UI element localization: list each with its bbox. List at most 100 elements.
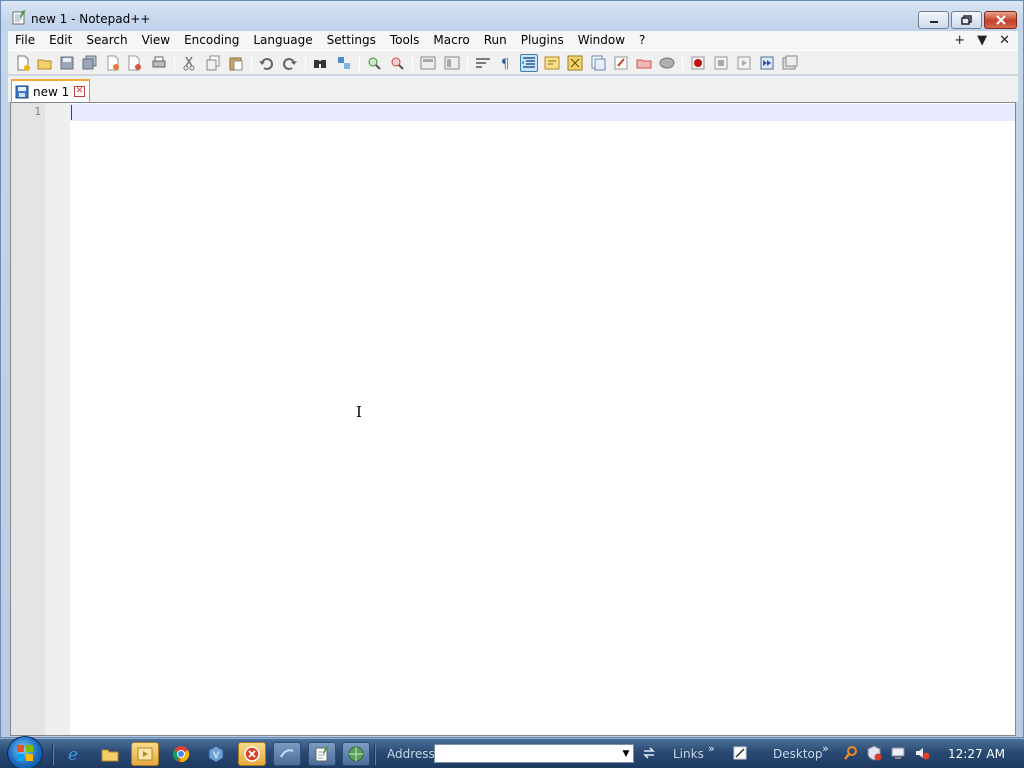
menu-plugins[interactable]: Plugins xyxy=(514,31,571,50)
chrome-icon[interactable] xyxy=(167,742,195,766)
text-editor[interactable]: 1 I xyxy=(10,102,1016,736)
window-title: new 1 - Notepad++ xyxy=(31,12,151,26)
desktop-chevron-icon[interactable]: » xyxy=(822,742,829,755)
svg-text:¶: ¶ xyxy=(501,57,509,71)
start-button[interactable] xyxy=(7,736,43,768)
user-defined-language-icon[interactable] xyxy=(543,54,561,72)
menubar-right-controls: + ▼ ✕ xyxy=(954,31,1010,50)
menu-help[interactable]: ? xyxy=(632,31,652,50)
taskbar: e V Address ▼ Links » Desktop » 12:27 AM xyxy=(0,736,1024,768)
print-icon[interactable] xyxy=(150,54,168,72)
menu-settings[interactable]: Settings xyxy=(320,31,383,50)
run-macro-multiple-icon[interactable] xyxy=(758,54,776,72)
indent-guide-icon[interactable] xyxy=(520,54,538,72)
new-file-icon[interactable] xyxy=(14,54,32,72)
desktop-toolbar-label[interactable]: Desktop xyxy=(773,747,823,761)
close-document-icon[interactable]: ✕ xyxy=(999,33,1010,48)
virtualbox-icon[interactable]: V xyxy=(202,742,230,766)
save-icon[interactable] xyxy=(58,54,76,72)
address-label: Address xyxy=(387,747,435,761)
new-tab-plus-icon[interactable]: + xyxy=(954,33,965,48)
replace-icon[interactable] xyxy=(335,54,353,72)
menu-tools[interactable]: Tools xyxy=(383,31,427,50)
close-icon xyxy=(995,15,1006,25)
menu-language[interactable]: Language xyxy=(246,31,319,50)
menu-file[interactable]: File xyxy=(8,31,42,50)
sync-horizontal-icon[interactable] xyxy=(443,54,461,72)
links-chevron-icon[interactable]: » xyxy=(708,742,715,755)
line-number-margin[interactable]: 1 xyxy=(11,103,45,735)
tab-close-icon[interactable]: ✕ xyxy=(74,86,85,97)
menu-search[interactable]: Search xyxy=(79,31,134,50)
globe-app-icon[interactable] xyxy=(342,742,370,766)
redo-icon[interactable] xyxy=(281,54,299,72)
menu-run[interactable]: Run xyxy=(477,31,514,50)
tab-new-1[interactable]: new 1 ✕ xyxy=(11,79,90,102)
windows-logo-icon xyxy=(17,745,33,761)
function-list-icon[interactable] xyxy=(589,54,607,72)
address-dropdown-icon[interactable]: ▼ xyxy=(620,745,632,762)
search-tray-icon[interactable] xyxy=(842,744,860,762)
document-map-icon[interactable] xyxy=(566,54,584,72)
doc-switcher-icon[interactable] xyxy=(658,54,676,72)
menu-macro[interactable]: Macro xyxy=(426,31,476,50)
minimize-icon xyxy=(929,21,938,23)
internet-explorer-icon[interactable]: e xyxy=(61,742,89,766)
show-all-characters-icon[interactable]: ¶ xyxy=(497,54,515,72)
notepadpp-app-icon[interactable] xyxy=(11,9,27,25)
line-number: 1 xyxy=(34,105,41,118)
system-clock[interactable]: 12:27 AM xyxy=(948,747,1005,761)
undo-icon[interactable] xyxy=(257,54,275,72)
menu-window[interactable]: Window xyxy=(571,31,632,50)
notepadpp-icon[interactable] xyxy=(308,742,336,766)
svg-text:e: e xyxy=(68,745,78,763)
caption-buttons xyxy=(918,11,1017,29)
word-wrap-icon[interactable] xyxy=(474,54,492,72)
tab-list-dropdown-icon[interactable]: ▼ xyxy=(977,33,987,48)
main-toolbar: ¶ xyxy=(8,50,1018,75)
sticky-note-icon[interactable] xyxy=(731,744,749,762)
network-app-icon[interactable] xyxy=(273,742,301,766)
save-all-icon[interactable] xyxy=(81,54,99,72)
tab-label: new 1 xyxy=(33,85,70,99)
close-file-icon[interactable] xyxy=(104,54,122,72)
menu-edit[interactable]: Edit xyxy=(42,31,79,50)
menu-view[interactable]: View xyxy=(135,31,177,50)
go-refresh-icon[interactable] xyxy=(640,744,658,762)
monitoring-icon[interactable] xyxy=(635,54,653,72)
close-button[interactable] xyxy=(984,11,1017,29)
stop-app-icon[interactable] xyxy=(238,742,266,766)
restore-icon xyxy=(960,15,972,25)
minimize-button[interactable] xyxy=(918,11,949,29)
play-macro-icon[interactable] xyxy=(735,54,753,72)
security-alert-icon[interactable] xyxy=(865,744,883,762)
title-bar[interactable]: new 1 - Notepad++ xyxy=(1,1,1023,31)
save-macro-icon[interactable] xyxy=(781,54,799,72)
cut-icon[interactable] xyxy=(180,54,198,72)
sync-vertical-icon[interactable] xyxy=(419,54,437,72)
find-icon[interactable] xyxy=(311,54,329,72)
maximize-button[interactable] xyxy=(951,11,982,29)
links-toolbar-label[interactable]: Links xyxy=(673,747,704,761)
menu-encoding[interactable]: Encoding xyxy=(177,31,246,50)
network-tray-icon[interactable] xyxy=(889,744,907,762)
windows-explorer-icon[interactable] xyxy=(96,742,124,766)
volume-muted-icon[interactable] xyxy=(913,744,931,762)
copy-icon[interactable] xyxy=(204,54,222,72)
record-macro-icon[interactable] xyxy=(689,54,707,72)
menu-bar: File Edit Search View Encoding Language … xyxy=(8,31,1018,50)
close-all-icon[interactable] xyxy=(126,54,144,72)
address-input[interactable] xyxy=(434,744,634,763)
tab-bar: new 1 ✕ xyxy=(8,76,1018,102)
paste-icon[interactable] xyxy=(227,54,245,72)
zoom-in-icon[interactable] xyxy=(365,54,383,72)
media-player-icon[interactable] xyxy=(131,742,159,766)
fold-margin[interactable] xyxy=(45,103,70,735)
svg-text:V: V xyxy=(213,751,220,761)
zoom-out-icon[interactable] xyxy=(388,54,406,72)
mouse-ibeam-cursor-icon: I xyxy=(356,403,362,421)
folder-as-workspace-icon[interactable] xyxy=(612,54,630,72)
open-file-icon[interactable] xyxy=(36,54,54,72)
stop-recording-icon[interactable] xyxy=(712,54,730,72)
text-caret xyxy=(71,105,72,120)
